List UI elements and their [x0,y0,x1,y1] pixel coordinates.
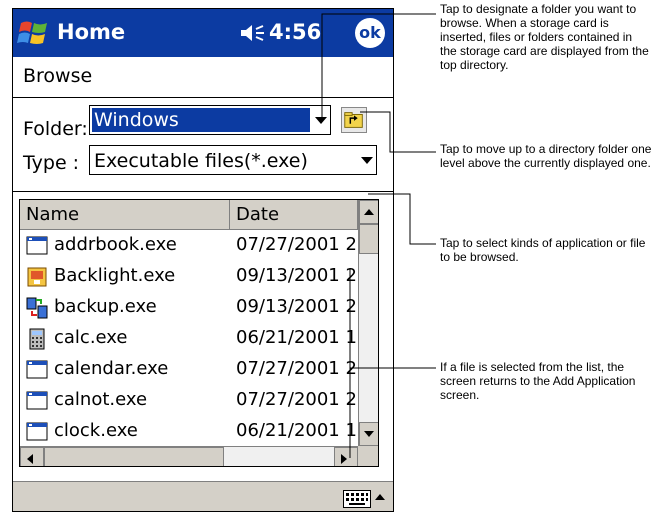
page-title: Browse [23,65,93,87]
file-date: 07/27/2001 2 [236,389,357,410]
type-label: Type : [23,152,80,174]
file-name: backup.exe [54,296,157,317]
type-value: Executable files(*.exe) [94,150,308,172]
column-header-name[interactable]: Name [20,200,230,230]
file-row[interactable]: calnot.exe 07/27/2001 2 [20,386,358,417]
type-dropdown[interactable]: Executable files(*.exe) [89,145,377,175]
file-name: calnot.exe [54,389,148,410]
scroll-left-button[interactable] [20,447,44,466]
horizontal-scroll-thumb[interactable] [44,447,224,466]
file-date: 07/27/2001 2 [236,234,357,255]
folder-dropdown[interactable]: Windows [89,105,331,135]
arrow-left-icon [27,454,33,464]
command-bar [13,481,393,511]
file-date: 06/21/2001 1 [236,327,357,348]
file-row[interactable]: clock.exe 06/21/2001 1 [20,417,358,447]
scroll-down-button[interactable] [359,422,378,446]
vertical-scrollbar[interactable] [358,200,378,446]
up-folder-button[interactable] [341,107,367,133]
file-list[interactable]: Name Date addrbook.exe 07/27/2001 2 Backli… [19,199,379,467]
callout-up-folder: Tap to move up to a directory folder one… [440,142,652,170]
divider [13,191,393,192]
file-date: 06/21/2001 1 [236,420,357,441]
file-name: calendar.exe [54,358,169,379]
device-screen: Home 4:56 ok Browse Folder: Windows Type… [12,8,394,512]
file-row[interactable]: addrbook.exe 07/27/2001 2 [20,231,358,262]
file-rows: addrbook.exe 07/27/2001 2 Backlight.exe 09/… [20,231,358,447]
file-date: 09/13/2001 2 [236,296,357,317]
arrow-down-icon [364,431,374,437]
folder-value: Windows [92,108,310,132]
file-name: calc.exe [54,327,128,348]
windows-start-icon[interactable] [17,17,51,49]
horizontal-scrollbar[interactable] [20,446,358,466]
callout-type: Tap to select kinds of application or fi… [440,236,646,264]
app-title: Home [57,20,126,44]
ok-button[interactable]: ok [355,18,385,48]
arrow-right-icon [341,454,347,464]
arrow-up-icon [364,209,374,215]
folder-label: Folder: [23,118,88,140]
callout-folder: Tap to designate a folder you want to br… [440,2,649,72]
chevron-down-icon [361,157,373,164]
scroll-up-button[interactable] [359,200,378,224]
backlight-icon [26,266,48,288]
scroll-right-button[interactable] [334,447,358,466]
backup-icon [26,297,48,319]
file-row[interactable]: Backlight.exe 09/13/2001 2 [20,262,358,293]
file-name: clock.exe [54,420,138,441]
file-date: 09/13/2001 2 [236,265,357,286]
file-row[interactable]: calc.exe 06/21/2001 1 [20,324,358,355]
file-name: addrbook.exe [54,234,177,255]
keyboard-icon[interactable] [343,490,371,508]
title-bar: Home 4:56 ok [13,9,393,57]
folder-up-icon [344,112,363,128]
app-window-icon [26,359,48,381]
app-window-icon [26,390,48,412]
scroll-corner [358,446,378,466]
chevron-down-icon [315,117,327,124]
scroll-thumb[interactable] [359,224,378,254]
app-window-icon [26,235,48,257]
divider [13,97,393,98]
file-date: 07/27/2001 2 [236,358,357,379]
calculator-icon [26,328,48,350]
column-header-date[interactable]: Date [230,200,358,230]
callout-file-list: If a file is selected from the list, the… [440,360,636,402]
file-row[interactable]: calendar.exe 07/27/2001 2 [20,355,358,386]
file-name: Backlight.exe [54,265,176,286]
app-window-icon [26,421,48,443]
list-header: Name Date [20,200,358,230]
file-row[interactable]: backup.exe 09/13/2001 2 [20,293,358,324]
speaker-icon[interactable] [239,23,265,43]
input-panel-arrow-icon[interactable] [375,494,385,500]
clock[interactable]: 4:56 [269,20,321,44]
